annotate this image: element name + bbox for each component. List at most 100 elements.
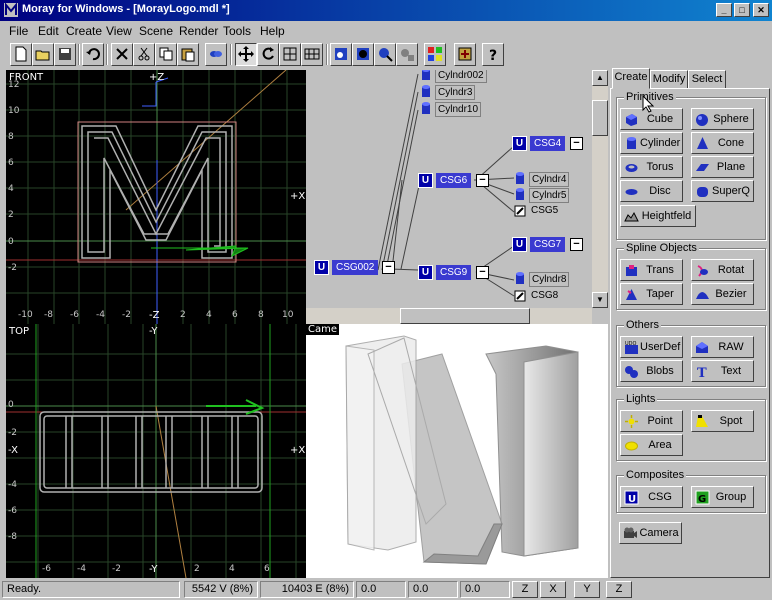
superquadric-button[interactable]: SuperQ <box>691 180 754 202</box>
tree-horizontal-scrollbar[interactable] <box>306 308 592 324</box>
scale-button[interactable] <box>279 43 301 66</box>
button-label: Cylinder <box>640 137 681 149</box>
blobs-button[interactable]: Blobs <box>620 360 683 382</box>
delete-button[interactable] <box>111 43 133 66</box>
camera-viewport[interactable]: Came <box>306 324 608 578</box>
scroll-up-button[interactable]: ▲ <box>592 70 608 86</box>
menu-render[interactable]: Render <box>179 24 218 38</box>
button-label: Plane <box>716 161 746 173</box>
render-button[interactable] <box>352 43 374 66</box>
open-file-icon <box>35 50 50 61</box>
area-light-button[interactable]: Area <box>620 434 683 456</box>
plane-button[interactable]: Plane <box>691 156 754 178</box>
sphere-button[interactable]: Sphere <box>691 108 754 130</box>
render-settings-button[interactable] <box>396 43 418 66</box>
csg-button[interactable]: U CSG <box>620 486 683 508</box>
tab-modify[interactable]: Modify <box>650 70 688 89</box>
front-axis-bottom-label: -Z <box>149 310 160 321</box>
grid-button[interactable] <box>301 43 323 66</box>
tab-select[interactable]: Select <box>688 70 726 89</box>
axis-y-button[interactable]: Y <box>574 581 600 598</box>
top-view-label: TOP <box>9 326 30 337</box>
translational-spline-button[interactable]: Trans <box>620 259 683 281</box>
rotational-spline-button[interactable]: Rotat <box>691 259 754 281</box>
union-icon: U <box>512 237 527 252</box>
menu-file[interactable]: File <box>9 24 28 38</box>
point-light-icon <box>625 415 638 428</box>
top-viewport[interactable]: TOP -Y +X -X -Y 0 -2 -4 -6 -8 -6 -4 -2 2… <box>6 324 306 578</box>
front-x-tick: 4 <box>206 310 212 320</box>
tree-vertical-scrollbar[interactable]: ▲ ▼ <box>592 70 608 308</box>
collapse-button[interactable]: − <box>570 137 583 150</box>
material-button[interactable] <box>424 43 446 66</box>
link-button[interactable] <box>205 43 227 66</box>
button-label: Text <box>720 365 742 377</box>
paste-button[interactable] <box>177 43 199 66</box>
new-file-button[interactable] <box>10 43 32 66</box>
heightfield-button[interactable]: Heightfeld <box>620 205 696 227</box>
point-light-button[interactable]: Point <box>620 410 683 432</box>
front-viewport[interactable]: FRONT +Z +X -Z 12 10 8 6 4 2 0 -2 -10 -8… <box>6 70 306 324</box>
open-file-button[interactable] <box>32 43 54 66</box>
minimize-button[interactable]: _ <box>716 3 732 17</box>
superquadric-icon <box>697 187 708 197</box>
collapse-button[interactable]: − <box>476 266 489 279</box>
sphere-icon <box>696 114 708 126</box>
torus-button[interactable]: Torus <box>620 156 683 178</box>
render-wire-button[interactable] <box>330 43 352 66</box>
undo-button[interactable] <box>82 43 104 66</box>
maximize-button[interactable]: □ <box>734 3 750 17</box>
text-object-button[interactable]: T Text <box>691 360 754 382</box>
settings-button[interactable] <box>454 43 476 66</box>
axis-z-button[interactable]: Z <box>512 581 538 598</box>
save-button[interactable] <box>54 43 76 66</box>
camera-button[interactable]: Camera <box>619 522 682 544</box>
scroll-down-button[interactable]: ▼ <box>592 292 608 308</box>
select-move-button[interactable] <box>235 43 257 66</box>
front-axis-top-label: +Z <box>149 72 165 83</box>
scroll-thumb[interactable] <box>400 308 530 324</box>
tab-create[interactable]: Create <box>612 68 650 89</box>
cylinder-button[interactable]: Cylinder <box>620 132 683 154</box>
menu-edit[interactable]: Edit <box>38 24 59 38</box>
render-scene-button[interactable] <box>374 43 396 66</box>
group-button[interactable]: G Group <box>691 486 754 508</box>
text-object-icon: T <box>697 366 707 379</box>
help-button[interactable]: ? <box>482 43 504 66</box>
close-button[interactable]: ✕ <box>753 3 769 17</box>
menu-create[interactable]: Create <box>66 24 102 38</box>
top-y-tick: -8 <box>8 532 17 542</box>
status-vertex-count: 5542 V (8%) <box>184 581 258 598</box>
collapse-button[interactable]: − <box>476 174 489 187</box>
menu-scene[interactable]: Scene <box>139 24 173 38</box>
axis-x-button[interactable]: X <box>540 581 566 598</box>
toolbar-separator <box>106 44 108 65</box>
cylinder-icon <box>422 85 430 97</box>
menu-help[interactable]: Help <box>260 24 285 38</box>
tree-leaf-label: Cylndr002 <box>435 70 487 83</box>
raw-button[interactable]: RAW <box>691 336 754 358</box>
csg-tree-view[interactable]: Cylndr002 Cylndr3 Cylndr10 U CSG4 − U CS… <box>306 70 608 310</box>
axis-z-lock-button[interactable]: Z <box>606 581 632 598</box>
copy-button[interactable] <box>155 43 177 66</box>
collapse-button[interactable]: − <box>570 238 583 251</box>
cut-button[interactable] <box>133 43 155 66</box>
spot-light-button[interactable]: Spot <box>691 410 754 432</box>
camera-icon <box>624 527 637 538</box>
moray-app-icon[interactable] <box>4 3 18 17</box>
primitives-group: Primitives Cube Sphere Cylinder Cone Tor… <box>616 91 766 240</box>
scale-icon <box>283 47 297 61</box>
rotate-button[interactable] <box>257 43 279 66</box>
menu-tools[interactable]: Tools <box>223 24 251 38</box>
menu-view[interactable]: View <box>106 24 132 38</box>
object-panel: Create Modify Select Primitives Cube Sph… <box>610 68 772 580</box>
button-label: Rotat <box>717 264 745 276</box>
taper-spline-button[interactable]: Taper <box>620 283 683 305</box>
paste-icon <box>181 48 195 62</box>
user-defined-button[interactable]: UDO UserDef <box>620 336 683 358</box>
cone-button[interactable]: Cone <box>691 132 754 154</box>
scroll-thumb[interactable] <box>592 100 608 136</box>
disc-button[interactable]: Disc <box>620 180 683 202</box>
collapse-button[interactable]: − <box>382 261 395 274</box>
bezier-patch-button[interactable]: Bezier <box>691 283 754 305</box>
